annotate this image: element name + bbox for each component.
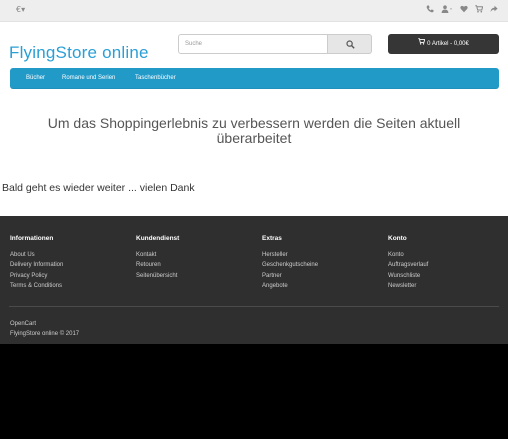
category-menu: Bücher Romane und Serien Taschenbücher	[10, 68, 499, 89]
powered-by-opencart[interactable]: OpenCart	[10, 319, 79, 329]
cart-button[interactable]: 0 Artikel - 0,00€	[388, 34, 499, 54]
maintenance-heading-line-2: überarbeitet	[216, 130, 292, 146]
maintenance-heading: Um das Shoppingerlebnis zu verbessern we…	[0, 116, 508, 146]
search-button[interactable]	[328, 34, 372, 54]
currency-selector[interactable]: €▾	[16, 5, 25, 14]
footer-link-geschenkgutscheine[interactable]: Geschenkgutscheine	[262, 260, 318, 270]
user-icon[interactable]	[441, 5, 453, 16]
footer-link-retouren[interactable]: Retouren	[136, 260, 179, 270]
footer-link-angebote[interactable]: Angebote	[262, 281, 318, 291]
search-input[interactable]: Suche	[178, 34, 328, 54]
copyright: FlyingStore online © 2017	[10, 331, 80, 337]
footer-link-seitenuebersicht[interactable]: Seitenübersicht	[136, 271, 179, 281]
footer-link-wunschliste[interactable]: Wunschliste	[388, 271, 428, 281]
footer-heading: Extras	[262, 235, 282, 242]
phone-icon[interactable]	[426, 5, 434, 16]
footer-column-kundendienst: Kundendienst Kontakt Retouren Seitenüber…	[136, 235, 179, 281]
top-bar: €▾	[0, 0, 508, 22]
footer-link-delivery-information[interactable]: Delivery Information	[10, 260, 63, 270]
footer-link-terms[interactable]: Terms & Conditions	[10, 281, 63, 291]
share-icon[interactable]	[490, 5, 498, 16]
footer-heading: Informationen	[10, 235, 54, 242]
footer-link-newsletter[interactable]: Newsletter	[388, 281, 428, 291]
footer-link-konto[interactable]: Konto	[388, 250, 428, 260]
cart-label: 0 Artikel - 0,00€	[427, 41, 469, 47]
heart-icon[interactable]	[460, 5, 468, 16]
footer-column-informationen: Informationen About Us Delivery Informat…	[10, 235, 63, 291]
maintenance-heading-line-1: Um das Shoppingerlebnis zu verbessern we…	[47, 115, 461, 131]
footer-link-privacy-policy[interactable]: Privacy Policy	[10, 271, 63, 281]
search-group: Suche	[178, 34, 372, 54]
page-content: FlyingStore online Suche 0 Artikel - 0,0…	[0, 22, 508, 216]
footer-column-konto: Konto Konto Auftragsverlauf Wunschliste …	[388, 235, 428, 291]
menu-item-buecher[interactable]: Bücher	[26, 68, 45, 89]
footer-link-auftragsverlauf[interactable]: Auftragsverlauf	[388, 260, 428, 270]
footer: Informationen About Us Delivery Informat…	[0, 216, 508, 344]
store-logo[interactable]: FlyingStore online	[9, 43, 149, 63]
footer-heading: Kundendienst	[136, 235, 180, 242]
footer-link-kontakt[interactable]: Kontakt	[136, 250, 179, 260]
powered-by: OpenCart FlyingStore online © 2017	[10, 319, 79, 339]
top-links	[426, 5, 498, 16]
footer-link-about-us[interactable]: About Us	[10, 250, 63, 260]
search-icon	[346, 40, 355, 49]
footer-heading: Konto	[388, 235, 407, 242]
maintenance-message: Bald geht es wieder weiter ... vielen Da…	[2, 182, 195, 194]
footer-divider	[9, 306, 499, 307]
menu-item-romane-und-serien[interactable]: Romane und Serien	[62, 68, 115, 89]
footer-link-hersteller[interactable]: Hersteller	[262, 250, 318, 260]
shopping-cart-icon	[418, 34, 426, 54]
footer-link-partner[interactable]: Partner	[262, 271, 318, 281]
cart-icon[interactable]	[475, 5, 484, 16]
menu-item-taschenbuecher[interactable]: Taschenbücher	[135, 68, 176, 89]
footer-column-extras: Extras Hersteller Geschenkgutscheine Par…	[262, 235, 318, 291]
